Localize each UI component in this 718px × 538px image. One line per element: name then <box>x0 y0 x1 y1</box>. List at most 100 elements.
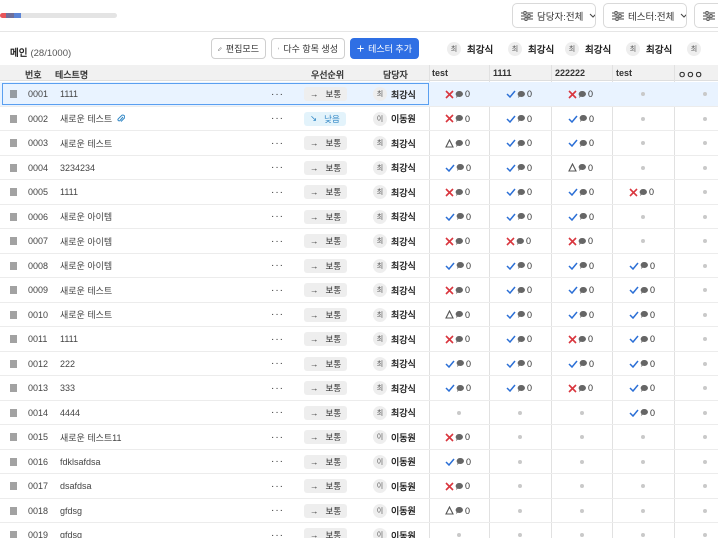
result-pass[interactable]: 0 <box>506 254 532 278</box>
test-name[interactable]: fdklsafdsa <box>60 450 101 474</box>
result-pass[interactable]: 0 <box>506 156 532 180</box>
test-name[interactable]: 1111 <box>60 180 78 204</box>
result-empty[interactable] <box>429 401 489 425</box>
row-more-button[interactable]: ··· <box>271 352 284 376</box>
result-empty[interactable] <box>675 107 718 131</box>
result-pass[interactable]: 0 <box>445 254 471 278</box>
result-fail[interactable]: 0 <box>568 229 593 253</box>
result-pass[interactable]: 0 <box>506 303 532 327</box>
test-name[interactable]: 1111 <box>60 82 78 106</box>
drag-handle[interactable] <box>10 352 17 376</box>
table-row[interactable]: 0013 333 ··· → 보통 최 최강식 0 0 0 0 <box>0 376 718 401</box>
priority-badge[interactable]: → 보통 <box>304 381 348 395</box>
table-row[interactable]: 0015 새로운 테스트11 ··· → 보통 이 이동원 0 <box>0 425 718 450</box>
drag-handle-icon[interactable] <box>10 311 17 319</box>
result-empty[interactable] <box>429 523 489 538</box>
row-more-button[interactable]: ··· <box>271 499 284 523</box>
table-row[interactable]: 0018 gfdsg ··· → 보통 이 이동원 0 <box>0 499 718 523</box>
result-blocked[interactable]: 0 <box>445 131 470 155</box>
result-empty[interactable] <box>675 376 718 400</box>
result-fail[interactable]: 0 <box>445 425 470 449</box>
tester-header-0[interactable]: 최 최강식 <box>447 33 493 65</box>
assignee-cell[interactable]: 이 이동원 <box>373 523 416 538</box>
priority-badge[interactable]: → 보통 <box>304 332 348 346</box>
priority-badge[interactable]: → 보통 <box>304 479 348 493</box>
edit-mode-button[interactable]: 편집모드 <box>211 38 266 59</box>
drag-handle-icon[interactable] <box>10 384 17 392</box>
result-empty[interactable] <box>490 401 550 425</box>
result-empty[interactable] <box>613 82 673 106</box>
result-pass[interactable]: 0 <box>506 131 532 155</box>
result-pass[interactable]: 0 <box>445 205 471 229</box>
result-fail[interactable]: 0 <box>445 180 470 204</box>
table-row[interactable]: 0010 새로운 테스트 ··· → 보통 최 최강식 0 0 0 0 <box>0 303 718 327</box>
result-fail[interactable]: 0 <box>445 327 470 351</box>
table-row[interactable]: 0019 gfdsg ··· → 보통 이 이동원 <box>0 523 718 538</box>
assignee-cell[interactable]: 이 이동원 <box>373 425 416 449</box>
result-empty[interactable] <box>675 327 718 351</box>
drag-handle[interactable] <box>10 327 17 351</box>
drag-handle[interactable] <box>10 523 17 538</box>
result-pass[interactable]: 0 <box>568 180 594 204</box>
row-more-button[interactable]: ··· <box>271 474 284 498</box>
result-empty[interactable] <box>675 205 718 229</box>
table-row[interactable]: 0002 새로운 테스트 ··· ↘ 낮음 이 이동원 0 0 0 <box>0 107 718 131</box>
drag-handle-icon[interactable] <box>10 507 17 515</box>
row-more-button[interactable]: ··· <box>271 107 284 131</box>
drag-handle-icon[interactable] <box>10 213 17 221</box>
result-empty[interactable] <box>675 278 718 302</box>
result-empty[interactable] <box>675 352 718 376</box>
drag-handle-icon[interactable] <box>10 237 17 245</box>
test-name[interactable]: gfdsg <box>60 499 82 523</box>
table-row[interactable]: 0008 새로운 아이템 ··· → 보통 최 최강식 0 0 0 0 <box>0 254 718 278</box>
result-empty[interactable] <box>675 401 718 425</box>
assignee-cell[interactable]: 최 최강식 <box>373 156 416 180</box>
test-name[interactable]: 새로운 테스트 <box>60 278 112 302</box>
result-empty[interactable] <box>613 229 673 253</box>
bulk-create-button[interactable]: 다수 항목 생성 <box>271 38 345 59</box>
drag-handle[interactable] <box>10 499 17 523</box>
result-empty[interactable] <box>675 131 718 155</box>
assignee-cell[interactable]: 최 최강식 <box>373 327 416 351</box>
table-row[interactable]: 0006 새로운 아이템 ··· → 보통 최 최강식 0 0 0 <box>0 205 718 229</box>
table-row[interactable]: 0014 4444 ··· → 보통 최 최강식 0 <box>0 401 718 425</box>
priority-badge[interactable]: → 보통 <box>304 234 348 248</box>
drag-handle-icon[interactable] <box>10 482 17 490</box>
test-name[interactable]: 새로운 테스트 <box>60 107 126 131</box>
result-pass[interactable]: 0 <box>568 254 594 278</box>
drag-handle-icon[interactable] <box>10 433 17 441</box>
row-more-button[interactable]: ··· <box>271 131 284 155</box>
assignee-cell[interactable]: 최 최강식 <box>373 278 416 302</box>
drag-handle[interactable] <box>10 450 17 474</box>
result-fail[interactable]: 0 <box>445 278 470 302</box>
drag-handle[interactable] <box>10 303 17 327</box>
result-empty[interactable] <box>490 425 550 449</box>
assignee-cell[interactable]: 최 최강식 <box>373 376 416 400</box>
priority-badge[interactable]: → 보통 <box>304 528 348 538</box>
drag-handle[interactable] <box>10 107 17 131</box>
test-name[interactable]: gfdsg <box>60 523 82 538</box>
row-more-button[interactable]: ··· <box>271 156 284 180</box>
drag-handle[interactable] <box>10 425 17 449</box>
drag-handle-icon[interactable] <box>10 164 17 172</box>
priority-badge[interactable]: → 보통 <box>304 160 348 175</box>
priority-badge[interactable]: → 보통 <box>304 454 348 469</box>
result-pass[interactable]: 0 <box>629 376 655 400</box>
result-pass[interactable]: 0 <box>506 107 532 131</box>
result-pass[interactable]: 0 <box>506 278 532 302</box>
result-pass[interactable]: 0 <box>629 254 655 278</box>
result-pass[interactable]: 0 <box>506 352 532 376</box>
drag-handle[interactable] <box>10 131 17 155</box>
assignee-cell[interactable]: 이 이동원 <box>373 474 416 498</box>
test-name[interactable]: 222 <box>60 352 75 376</box>
result-pass[interactable]: 0 <box>506 205 532 229</box>
assignee-cell[interactable]: 이 이동원 <box>373 450 416 474</box>
result-empty[interactable] <box>675 156 718 180</box>
priority-badge[interactable]: → 보통 <box>304 356 348 371</box>
tester-header-1[interactable]: 최 최강식 <box>508 33 554 65</box>
table-row[interactable]: 0011 1111 ··· → 보통 최 최강식 0 0 0 0 <box>0 327 718 352</box>
assignee-cell[interactable]: 이 이동원 <box>373 107 416 131</box>
result-empty[interactable] <box>552 425 612 449</box>
drag-handle-icon[interactable] <box>10 90 17 98</box>
drag-handle-icon[interactable] <box>10 409 17 417</box>
